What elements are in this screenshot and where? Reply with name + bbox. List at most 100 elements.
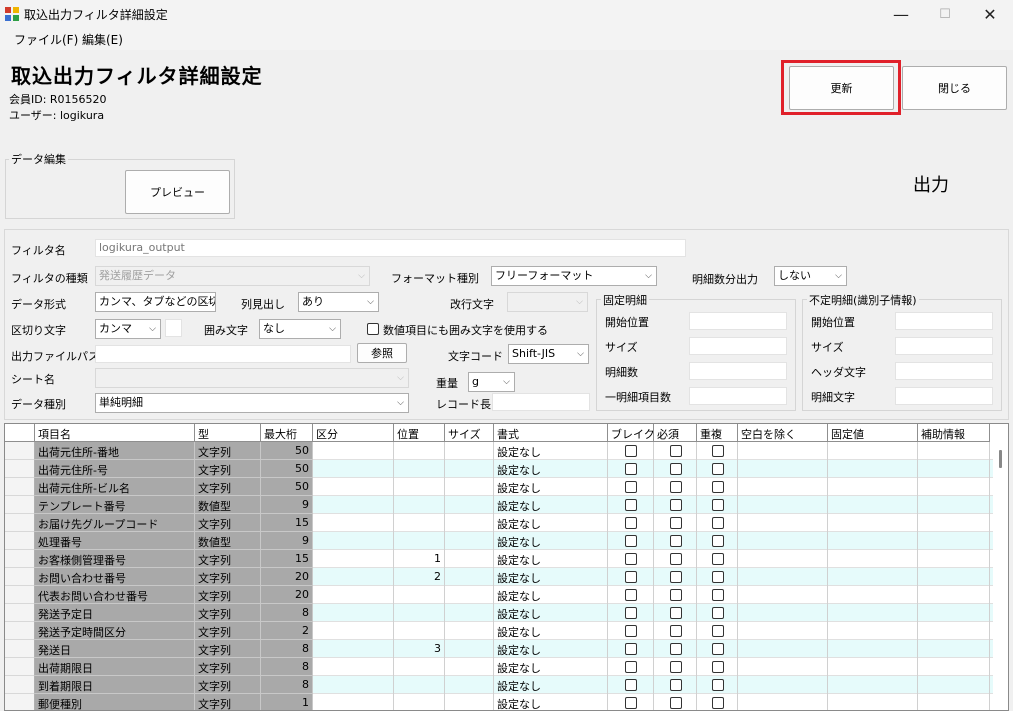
required-checkbox[interactable] [670, 553, 682, 565]
cell-category[interactable] [313, 514, 394, 532]
data-format-select[interactable]: カンマ、タブなどの区切り⌵ [95, 292, 216, 312]
cell-type[interactable]: 文字列 [195, 550, 261, 568]
record-length-input[interactable] [492, 393, 590, 411]
browse-button[interactable]: 参照 [357, 343, 407, 363]
cell-item-name[interactable]: 処理番号 [35, 532, 195, 550]
output-path-input[interactable] [95, 345, 351, 363]
cell-trim-blank[interactable] [738, 640, 828, 658]
cell-fixed-value[interactable] [828, 496, 918, 514]
break-checkbox[interactable] [625, 499, 637, 511]
break-checkbox[interactable] [625, 697, 637, 709]
column-header-trim-blank[interactable]: 空白を除く [738, 424, 828, 442]
cell-type[interactable]: 文字列 [195, 676, 261, 694]
cell-aux-info[interactable] [918, 604, 990, 622]
cell-aux-info[interactable] [918, 496, 990, 514]
row-header-cell[interactable] [5, 532, 35, 550]
cell-category[interactable] [313, 496, 394, 514]
cell-position[interactable] [394, 478, 445, 496]
cell-fixed-value[interactable] [828, 460, 918, 478]
cell-format[interactable]: 設定なし [494, 532, 608, 550]
required-checkbox[interactable] [670, 607, 682, 619]
column-header-select[interactable]: あり ⌵ [298, 292, 379, 312]
cell-position[interactable] [394, 586, 445, 604]
duplicate-checkbox[interactable] [712, 625, 724, 637]
row-header-cell[interactable] [5, 622, 35, 640]
weight-select[interactable]: g ⌵ [468, 372, 515, 392]
cell-item-name[interactable]: 発送予定日 [35, 604, 195, 622]
cell-item-name[interactable]: お問い合わせ番号 [35, 568, 195, 586]
cell-format[interactable]: 設定なし [494, 622, 608, 640]
cell-fixed-value[interactable] [828, 478, 918, 496]
cell-format[interactable]: 設定なし [494, 586, 608, 604]
cell-category[interactable] [313, 568, 394, 586]
fixed-start-input[interactable] [689, 312, 787, 330]
row-header-cell[interactable] [5, 568, 35, 586]
column-header-break[interactable]: ブレイク [608, 424, 654, 442]
cell-size[interactable] [445, 604, 494, 622]
cell-fixed-value[interactable] [828, 658, 918, 676]
break-checkbox[interactable] [625, 571, 637, 583]
duplicate-checkbox[interactable] [712, 553, 724, 565]
detail-char-input[interactable] [895, 387, 993, 405]
required-checkbox[interactable] [670, 571, 682, 583]
table-row[interactable]: 出荷元住所-番地 文字列 50 設定なし [5, 442, 1008, 460]
cell-category[interactable] [313, 550, 394, 568]
cell-aux-info[interactable] [918, 640, 990, 658]
cell-size[interactable] [445, 442, 494, 460]
break-checkbox[interactable] [625, 553, 637, 565]
required-checkbox[interactable] [670, 625, 682, 637]
cell-format[interactable]: 設定なし [494, 514, 608, 532]
break-checkbox[interactable] [625, 535, 637, 547]
row-header-cell[interactable] [5, 658, 35, 676]
cell-item-name[interactable]: 出荷元住所-番地 [35, 442, 195, 460]
column-header-type[interactable]: 型 [195, 424, 261, 442]
cell-aux-info[interactable] [918, 694, 990, 710]
row-header-cell[interactable] [5, 550, 35, 568]
cell-type[interactable]: 文字列 [195, 514, 261, 532]
cell-aux-info[interactable] [918, 514, 990, 532]
cell-position[interactable] [394, 622, 445, 640]
cell-trim-blank[interactable] [738, 694, 828, 710]
duplicate-checkbox[interactable] [712, 499, 724, 511]
cell-max-digits[interactable]: 15 [261, 550, 313, 568]
cell-type[interactable]: 文字列 [195, 622, 261, 640]
cell-fixed-value[interactable] [828, 622, 918, 640]
numeric-enclose-checkbox[interactable] [367, 323, 379, 335]
required-checkbox[interactable] [670, 481, 682, 493]
cell-max-digits[interactable]: 2 [261, 622, 313, 640]
cell-max-digits[interactable]: 8 [261, 676, 313, 694]
fixed-items-input[interactable] [689, 387, 787, 405]
detail-count-select[interactable]: しない ⌵ [774, 266, 847, 286]
row-header-cell[interactable] [5, 694, 35, 710]
cell-max-digits[interactable]: 1 [261, 694, 313, 710]
cell-item-name[interactable]: 出荷元住所-ビル名 [35, 478, 195, 496]
cell-position[interactable] [394, 604, 445, 622]
cell-position[interactable] [394, 676, 445, 694]
cell-trim-blank[interactable] [738, 676, 828, 694]
cell-fixed-value[interactable] [828, 514, 918, 532]
maximize-button[interactable]: ☐ [922, 0, 968, 29]
required-checkbox[interactable] [670, 517, 682, 529]
duplicate-checkbox[interactable] [712, 481, 724, 493]
duplicate-checkbox[interactable] [712, 697, 724, 709]
table-row[interactable]: お届け先グループコード 文字列 15 設定なし [5, 514, 1008, 532]
cell-item-name[interactable]: 出荷元住所-号 [35, 460, 195, 478]
cell-category[interactable] [313, 442, 394, 460]
cell-size[interactable] [445, 658, 494, 676]
row-header-cell[interactable] [5, 514, 35, 532]
cell-size[interactable] [445, 532, 494, 550]
duplicate-checkbox[interactable] [712, 535, 724, 547]
cell-category[interactable] [313, 460, 394, 478]
duplicate-checkbox[interactable] [712, 643, 724, 655]
table-row[interactable]: 発送日 文字列 8 3 設定なし [5, 640, 1008, 658]
cell-fixed-value[interactable] [828, 676, 918, 694]
cell-item-name[interactable]: 出荷期限日 [35, 658, 195, 676]
cell-type[interactable]: 文字列 [195, 460, 261, 478]
cell-format[interactable]: 設定なし [494, 550, 608, 568]
cell-trim-blank[interactable] [738, 658, 828, 676]
cell-category[interactable] [313, 604, 394, 622]
duplicate-checkbox[interactable] [712, 517, 724, 529]
cell-trim-blank[interactable] [738, 496, 828, 514]
cell-size[interactable] [445, 478, 494, 496]
cell-type[interactable]: 文字列 [195, 604, 261, 622]
